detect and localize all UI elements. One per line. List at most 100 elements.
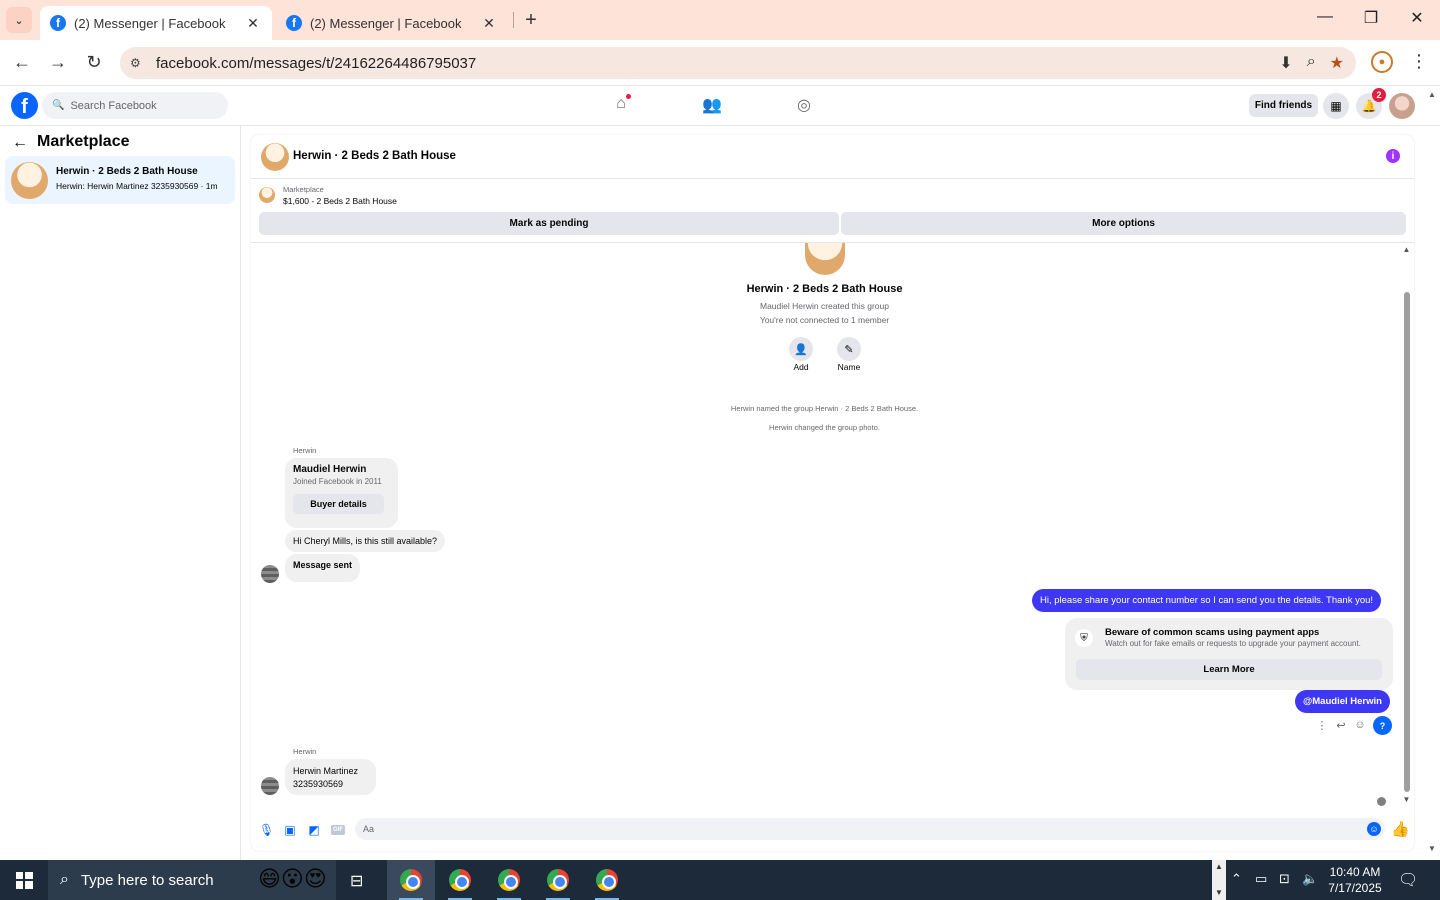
reload-icon[interactable]: ↻	[83, 52, 105, 73]
menu-grid-icon[interactable]: ▦	[1323, 93, 1349, 119]
tray-overflow-icon[interactable]: ⌃	[1231, 871, 1242, 887]
taskbar-search-placeholder: Type here to search	[80, 871, 214, 889]
gif-icon[interactable]: GIF	[331, 825, 345, 835]
search-highlight-emoji-icon[interactable]: 😄😮😍	[258, 866, 327, 892]
react-icon[interactable]: ☺	[1353, 719, 1367, 731]
browser-tab[interactable]: f (2) Messenger | Facebook ✕	[276, 6, 508, 40]
minimize-icon[interactable]: —	[1310, 8, 1340, 26]
maximize-icon[interactable]: ❐	[1356, 8, 1386, 28]
clock-time: 10:40 AM	[1329, 865, 1381, 879]
scam-warning-card: ⛨ Beware of common scams using payment a…	[1065, 618, 1393, 690]
close-window-icon[interactable]: ✕	[1402, 8, 1432, 28]
page-scrollbar[interactable]: ▲ ▼	[1426, 86, 1440, 860]
start-button[interactable]	[0, 860, 48, 900]
incoming-message[interactable]: Message sent	[285, 554, 361, 582]
info-icon[interactable]: i	[1386, 149, 1400, 163]
chat-avatar[interactable]	[261, 143, 289, 171]
conversation-snippet: Herwin: Herwin Martinez 3235930569 · 1m	[56, 181, 218, 191]
taskbar-scroll-down-icon[interactable]: ▼	[1215, 888, 1223, 897]
back-arrow-icon[interactable]: ←	[12, 134, 28, 152]
help-button[interactable]: ?	[1373, 716, 1392, 735]
facebook-logo-icon[interactable]: f	[11, 92, 38, 119]
network-icon[interactable]: ⊡	[1279, 871, 1290, 887]
group-name: Herwin · 2 Beds 2 Bath House	[746, 283, 903, 295]
scroll-up-icon[interactable]: ▲	[1402, 245, 1411, 254]
more-actions-icon[interactable]: ⋮	[1315, 719, 1329, 732]
message-text: Message sent	[293, 560, 353, 570]
browser-toolbar: ← → ↻ ⚙ facebook.com/messages/t/24162264…	[0, 40, 1440, 86]
incoming-message[interactable]: Herwin Martinez 3235930569	[285, 759, 376, 795]
chrome-taskbar-icon[interactable]	[583, 860, 631, 900]
taskbar-scrollbar[interactable]: ▲ ▼	[1212, 860, 1226, 900]
learn-more-button[interactable]: Learn More	[1076, 659, 1382, 680]
system-message: Herwin changed the group photo.	[769, 423, 880, 432]
browser-tab-strip: ⌄ f (2) Messenger | Facebook ✕ f (2) Mes…	[0, 0, 1440, 40]
task-view-icon[interactable]: ⊟	[350, 871, 363, 891]
volume-icon[interactable]: 🔈	[1302, 871, 1318, 887]
chrome-taskbar-icon[interactable]	[485, 860, 533, 900]
find-friends-button[interactable]: Find friends	[1249, 94, 1318, 117]
listing-thumbnail[interactable]	[259, 187, 275, 203]
group-connection-text: You're not connected to 1 member	[759, 315, 890, 325]
edit-name-icon[interactable]: ✎	[837, 337, 861, 361]
mark-as-pending-button[interactable]: Mark as pending	[259, 212, 839, 235]
conversation-name: Herwin · 2 Beds 2 Bath House	[56, 166, 198, 177]
action-center-icon[interactable]: 🗨	[1398, 870, 1418, 890]
buyer-details-button[interactable]: Buyer details	[293, 494, 384, 514]
conversation-list-item[interactable]: Herwin · 2 Beds 2 Bath House Herwin: Her…	[5, 156, 235, 204]
marketplace-listing-bar: Marketplace $1,600 - 2 Beds 2 Bath House…	[251, 179, 1414, 243]
emoji-icon[interactable]: ☺	[1367, 822, 1381, 836]
outgoing-message[interactable]: @Maudiel Herwin	[1295, 690, 1390, 713]
message-input[interactable]: Aa	[355, 818, 1385, 840]
listing-title[interactable]: $1,600 - 2 Beds 2 Bath House	[283, 196, 397, 206]
chrome-taskbar-icon[interactable]	[534, 860, 582, 900]
page-scroll-down-icon[interactable]: ▼	[1428, 844, 1436, 853]
new-tab-icon[interactable]: +	[520, 9, 542, 32]
taskbar-clock[interactable]: 10:40 AM 7/17/2025	[1318, 864, 1392, 896]
scrollbar-thumb[interactable]	[1404, 292, 1410, 792]
chrome-taskbar-icon[interactable]	[387, 860, 435, 900]
close-tab-icon[interactable]: ✕	[480, 15, 498, 32]
group-created-by: Maudiel Herwin created this group	[760, 301, 889, 311]
url-text[interactable]: facebook.com/messages/t/2416226448679503…	[156, 55, 476, 72]
browser-menu-icon[interactable]: ⋮	[1410, 51, 1428, 72]
facebook-favicon-icon: f	[286, 15, 302, 31]
sticker-icon[interactable]: ◩	[307, 823, 321, 837]
browser-tab-active[interactable]: f (2) Messenger | Facebook ✕	[40, 6, 272, 40]
friends-icon[interactable]: 👥	[700, 95, 724, 115]
thread-scrollbar[interactable]: ▲ ▼	[1402, 243, 1411, 809]
taskbar-scroll-up-icon[interactable]: ▲	[1215, 862, 1223, 871]
chrome-taskbar-icon[interactable]	[436, 860, 484, 900]
account-avatar[interactable]	[1389, 93, 1415, 119]
reply-icon[interactable]: ↩	[1334, 719, 1348, 732]
page-scroll-up-icon[interactable]: ▲	[1428, 90, 1436, 99]
photo-icon[interactable]: ▣	[283, 823, 297, 837]
microphone-icon[interactable]: 🎙	[259, 823, 274, 837]
back-icon[interactable]: ←	[11, 52, 33, 73]
thumbs-up-icon[interactable]: 👍	[1391, 820, 1410, 838]
more-options-button[interactable]: More options	[841, 212, 1406, 235]
bookmark-star-icon[interactable]: ★	[1330, 53, 1344, 73]
meet-now-icon[interactable]: ▭	[1255, 871, 1267, 887]
facebook-search-input[interactable]: 🔍 Search Facebook	[42, 92, 228, 119]
groups-icon[interactable]: ◎	[792, 95, 816, 115]
search-icon: ⌕	[60, 871, 69, 888]
chat-title[interactable]: Herwin · 2 Beds 2 Bath House	[293, 150, 456, 162]
forward-icon[interactable]: →	[47, 52, 69, 73]
profile-icon[interactable]: ●	[1371, 51, 1393, 73]
incoming-message[interactable]: Hi Cheryl Mills, is this still available…	[285, 530, 446, 552]
conversation-avatar	[11, 162, 48, 199]
buyer-name: Maudiel Herwin	[293, 464, 367, 475]
zoom-icon[interactable]: ⌕	[1307, 53, 1316, 73]
marketplace-label: Marketplace	[283, 185, 324, 194]
site-info-icon[interactable]: ⚙	[130, 56, 146, 70]
outgoing-message[interactable]: Hi, please share your contact number so …	[1032, 589, 1382, 612]
sender-avatar[interactable]	[261, 777, 279, 795]
close-tab-icon[interactable]: ✕	[244, 15, 262, 32]
sender-avatar[interactable]	[261, 565, 279, 583]
install-app-icon[interactable]: ⬇	[1279, 53, 1292, 73]
address-bar[interactable]: ⚙ facebook.com/messages/t/24162264486795…	[120, 47, 1356, 79]
tab-search-dropdown-icon[interactable]: ⌄	[6, 7, 32, 33]
scroll-down-icon[interactable]: ▼	[1402, 795, 1411, 804]
add-member-icon[interactable]: 👤	[789, 337, 813, 361]
